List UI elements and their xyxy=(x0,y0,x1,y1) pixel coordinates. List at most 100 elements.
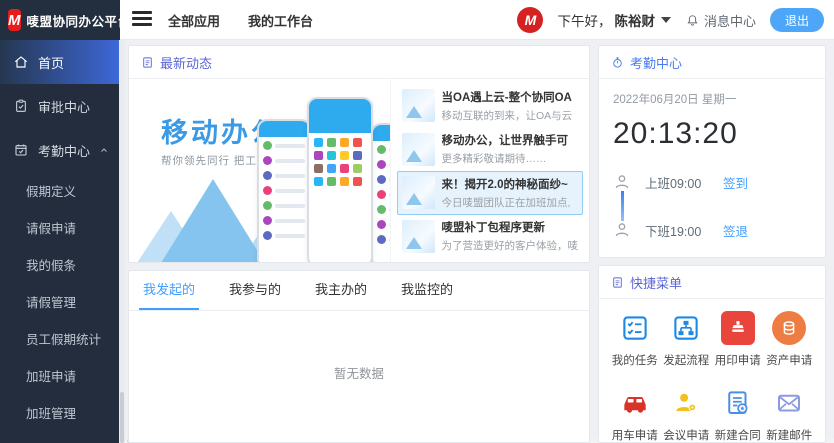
nav-all-apps[interactable]: 全部应用 xyxy=(168,11,220,30)
task-tabs: 我发起的 我参与的 我主办的 我监控的 xyxy=(129,271,589,311)
clipboard-icon xyxy=(13,98,29,114)
home-icon xyxy=(13,54,29,70)
tab-monitored-by-me[interactable]: 我监控的 xyxy=(401,279,453,310)
news-item-highlighted[interactable]: 来！揭开2.0的神秘面纱~ 今日唛盟团队正在加班加点, xyxy=(397,171,584,215)
tab-initiated-by-me[interactable]: 我发起的 xyxy=(143,279,195,310)
quick-item-start-process[interactable]: 发起流程 xyxy=(661,311,713,368)
document-icon xyxy=(611,276,624,289)
user-name: 陈裕财 xyxy=(614,10,655,30)
user-avatar[interactable]: M xyxy=(517,7,543,33)
phone-mockup-left xyxy=(257,119,311,263)
greeting-text: 下午好， xyxy=(557,10,611,30)
sidebar-subitem-holiday-definition[interactable]: 假期定义 xyxy=(0,172,120,209)
quick-menu-panel: 快捷菜单 我的任务 发起流程 用印申请 资产申请 用车申请 xyxy=(598,265,826,443)
quick-item-new-mail[interactable]: 新建邮件 xyxy=(764,386,816,443)
sidebar-item-approval-center[interactable]: 审批中心 xyxy=(0,84,120,128)
news-subtitle: 今日唛盟团队正在加班加点, xyxy=(442,195,571,210)
clock-in-link[interactable]: 签到 xyxy=(723,173,748,192)
latest-news-panel: 最新动态 移动办公 帮你领先同行 把工作带出办公室 当OA遇上云-整个协同OA 移… xyxy=(128,45,590,263)
sidebar-subitem-leave-management[interactable]: 请假管理 xyxy=(0,283,120,320)
clock-out-row: 下班19:00 签退 xyxy=(613,215,811,245)
sidebar-item-home[interactable]: 首页 xyxy=(0,40,120,84)
news-list: 当OA遇上云-整个协同OA 移动互联的到来，让OA与云 移动办公，让世界触手可更多… xyxy=(391,79,590,263)
quick-item-my-tasks[interactable]: 我的任务 xyxy=(609,311,661,368)
news-subtitle: 为了营造更好的客户体验，唛 xyxy=(442,238,579,253)
sidebar-subitem-leave-request[interactable]: 请假申请 xyxy=(0,209,120,246)
news-thumbnail xyxy=(402,89,435,122)
tab-hosted-by-me[interactable]: 我主办的 xyxy=(315,279,367,310)
stopwatch-icon xyxy=(611,56,624,69)
quick-item-meeting-request[interactable]: 会议申请 xyxy=(661,386,713,443)
news-title: 移动办公，让世界触手可 xyxy=(442,132,569,148)
news-item[interactable]: 当OA遇上云-整个协同OA 移动互联的到来，让OA与云 xyxy=(397,84,584,128)
sidebar-subitem-employee-leave-stats[interactable]: 员工假期统计 xyxy=(0,320,120,357)
news-item[interactable]: 唛盟补丁包程序更新为了营造更好的客户体验，唛 xyxy=(397,215,584,259)
tab-participated-by-me[interactable]: 我参与的 xyxy=(229,279,281,310)
phone-mockup-center xyxy=(307,97,373,263)
sidebar-item-label: 审批中心 xyxy=(38,97,90,116)
news-subtitle: 更多精彩敬请期待…… xyxy=(442,151,569,166)
clock-in-row: 上班09:00 签到 xyxy=(613,167,811,197)
news-subtitle: 移动互联的到来，让OA与云 xyxy=(442,108,573,123)
attendance-timeline: 上班09:00 签到 下班19:00 签退 xyxy=(613,167,811,245)
news-title: 来！揭开2.0的神秘面纱~ xyxy=(442,176,571,192)
mountain-shape xyxy=(161,179,265,263)
top-header: M 唛盟协同办公平台 全部应用 我的工作台 M 下午好，陈裕财 消息中心 退出 xyxy=(0,0,834,40)
bell-icon xyxy=(685,13,700,28)
calendar-check-icon xyxy=(13,142,29,158)
nav-my-workbench[interactable]: 我的工作台 xyxy=(248,11,313,30)
flow-icon xyxy=(669,311,703,345)
top-nav: 全部应用 我的工作台 xyxy=(168,0,313,40)
attendance-clock: 20:13:20 xyxy=(613,117,811,151)
chevron-down-icon xyxy=(661,17,671,23)
news-thumbnail xyxy=(402,176,435,209)
assets-icon xyxy=(772,311,806,345)
sidebar-subitem-overtime-request[interactable]: 加班申请 xyxy=(0,357,120,394)
news-thumbnail xyxy=(402,133,435,166)
attendance-panel-header: 考勤中心 xyxy=(599,46,825,79)
attendance-panel: 考勤中心 2022年06月20日 星期一 20:13:20 上班09:00 签到… xyxy=(598,45,826,258)
sidebar-subitem-my-leave-slips[interactable]: 我的假条 xyxy=(0,246,120,283)
news-title: 唛盟补丁包程序更新 xyxy=(442,219,579,235)
document-icon xyxy=(141,56,154,69)
quick-item-seal-request[interactable]: 用印申请 xyxy=(712,311,764,368)
clock-out-link[interactable]: 签退 xyxy=(723,221,748,240)
logo-m-icon: M xyxy=(8,9,21,31)
tasks-icon xyxy=(618,311,652,345)
user-menu[interactable]: 下午好，陈裕财 xyxy=(557,10,671,30)
car-icon xyxy=(618,386,652,420)
quick-menu-grid: 我的任务 发起流程 用印申请 资产申请 用车申请 会议申请 xyxy=(599,299,825,443)
person-icon xyxy=(613,173,631,191)
logout-button[interactable]: 退出 xyxy=(770,8,824,32)
news-thumbnail xyxy=(402,220,435,253)
app-title: 唛盟协同办公平台 xyxy=(27,11,131,30)
app-logo[interactable]: M 唛盟协同办公平台 xyxy=(0,0,120,40)
clock-in-label: 上班09:00 xyxy=(645,173,723,192)
clock-out-label: 下班19:00 xyxy=(645,221,723,240)
message-center[interactable]: 消息中心 xyxy=(685,11,756,30)
phone-mockup-right xyxy=(371,123,391,263)
quick-item-asset-request[interactable]: 资产申请 xyxy=(764,311,816,368)
sidebar-subitem-overtime-management[interactable]: 加班管理 xyxy=(0,394,120,431)
sidebar-scrollbar[interactable] xyxy=(119,40,125,443)
sidebar-item-attendance-center[interactable]: 考勤中心 xyxy=(0,128,120,172)
news-panel-header: 最新动态 xyxy=(129,46,589,79)
mail-icon xyxy=(772,386,806,420)
quick-item-vehicle-request[interactable]: 用车申请 xyxy=(609,386,661,443)
mobile-office-banner[interactable]: 移动办公 帮你领先同行 把工作带出办公室 xyxy=(129,79,391,263)
news-title: 当OA遇上云-整个协同OA xyxy=(442,89,573,105)
news-item[interactable]: 移动办公，让世界触手可更多精彩敬请期待…… xyxy=(397,128,584,172)
meeting-icon xyxy=(669,386,703,420)
oa-dashboard: M 唛盟协同办公平台 全部应用 我的工作台 M 下午好，陈裕财 消息中心 退出 … xyxy=(0,0,834,443)
sidebar: 首页 审批中心 考勤中心 假期定义 请假申请 我的假条 请假管理 员工假期统计 … xyxy=(0,40,120,443)
sidebar-item-label: 首页 xyxy=(38,53,64,72)
quick-item-new-contract[interactable]: 新建合同 xyxy=(712,386,764,443)
chevron-up-icon xyxy=(98,144,110,156)
quick-menu-header: 快捷菜单 xyxy=(599,266,825,299)
my-tasks-panel: 我发起的 我参与的 我主办的 我监控的 暂无数据 xyxy=(128,270,590,443)
menu-toggle-icon[interactable] xyxy=(132,11,152,29)
sidebar-item-label: 考勤中心 xyxy=(38,141,90,160)
empty-state-text: 暂无数据 xyxy=(129,311,589,382)
contract-icon xyxy=(721,386,755,420)
quick-menu-title: 快捷菜单 xyxy=(630,273,682,292)
